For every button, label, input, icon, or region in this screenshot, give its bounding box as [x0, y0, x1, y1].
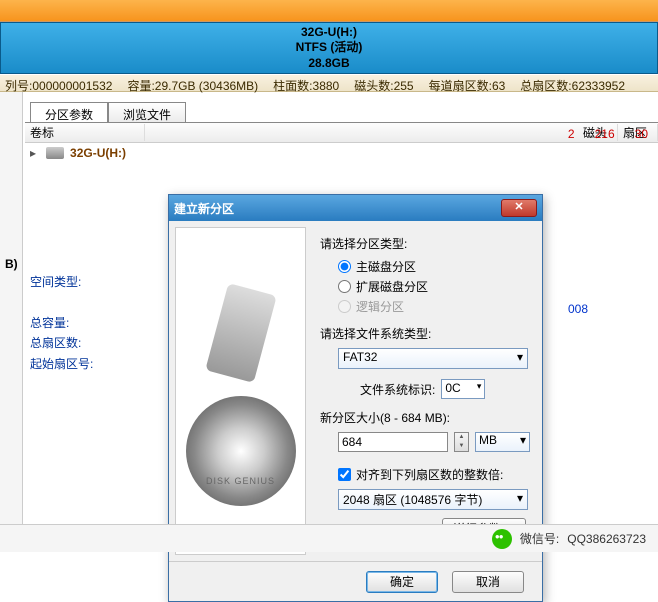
dialog-image — [175, 227, 306, 555]
fs-id-label: 文件系统标识: — [360, 381, 435, 398]
disk-banner: 32G-U(H:) NTFS (活动) 28.8GB — [0, 22, 658, 74]
partition-type-label: 请选择分区类型: — [320, 235, 530, 252]
volume-name: 32G-U(H:) — [70, 146, 126, 160]
radio-primary[interactable]: 主磁盘分区 — [338, 258, 530, 275]
ok-button[interactable]: 确定 — [366, 571, 438, 593]
val-a: 2 — [568, 127, 575, 141]
table-header: 卷标 磁头 扇区 — [25, 123, 658, 143]
radio-logical: 逻辑分区 — [338, 298, 530, 315]
total-cap-label: 总容量: — [30, 313, 93, 333]
serial: 列号:000000001532 — [5, 77, 112, 89]
expand-icon[interactable]: ▸ — [30, 146, 36, 160]
disk-info-bar: 列号:000000001532 容量:29.7GB (30436MB) 柱面数:… — [0, 74, 658, 92]
dialog-title: 建立新分区 — [174, 200, 234, 217]
left-panel — [0, 92, 23, 552]
val-b: 216 — [595, 127, 615, 141]
drive-icon — [46, 147, 64, 159]
cylinders: 柱面数:3880 — [273, 77, 339, 89]
capacity: 容量:29.7GB (30436MB) — [127, 77, 258, 89]
menu-bar — [0, 0, 658, 22]
size-spinner[interactable]: ▲▼ — [454, 432, 469, 452]
dialog-form: 请选择分区类型: 主磁盘分区 扩展磁盘分区 逻辑分区 请选择文件系统类型: FA… — [312, 221, 542, 561]
right-data: 2 216 30 — [568, 127, 648, 141]
fs-type-select[interactable]: FAT32▾ — [338, 348, 528, 369]
size-input[interactable] — [338, 432, 448, 452]
side-info: 空间类型: 总容量: 总扇区数: 起始扇区号: — [30, 272, 93, 374]
wechat-label: 微信号: — [520, 530, 559, 547]
b-label: B) — [5, 257, 18, 271]
fs-id-select[interactable]: 0C▾ — [441, 379, 485, 399]
link-008[interactable]: 008 — [568, 302, 588, 316]
close-button[interactable]: ✕ — [501, 199, 537, 217]
cancel-button[interactable]: 取消 — [452, 571, 524, 593]
unit-select[interactable]: MB▾ — [475, 432, 530, 452]
dialog-buttons: 确定 取消 — [169, 561, 542, 601]
align-select[interactable]: 2048 扇区 (1048576 字节)▾ — [338, 489, 528, 510]
space-type-label: 空间类型: — [30, 272, 93, 292]
align-label: 对齐到下列扇区数的整数倍: — [356, 466, 503, 483]
wechat-value: QQ386263723 — [567, 532, 646, 546]
align-checkbox[interactable] — [338, 468, 351, 481]
disk-size: 28.8GB — [308, 56, 349, 72]
fs-type-label: 请选择文件系统类型: — [320, 325, 530, 342]
total-sectors: 总扇区数:62333952 — [520, 77, 625, 89]
wechat-icon — [492, 529, 512, 549]
size-label: 新分区大小(8 - 684 MB): — [320, 409, 530, 426]
main-area: 分区参数 浏览文件 卷标 磁头 扇区 ▸ 32G-U(H:) 2 216 30 … — [0, 92, 658, 552]
start-sect-label: 起始扇区号: — [30, 354, 93, 374]
total-sect-label: 总扇区数: — [30, 333, 93, 353]
val-c: 30 — [635, 127, 648, 141]
table-row[interactable]: ▸ 32G-U(H:) — [25, 143, 658, 163]
disk-name: 32G-U(H:) — [301, 25, 357, 41]
dialog-titlebar[interactable]: 建立新分区 ✕ — [169, 195, 542, 221]
radio-extended[interactable]: 扩展磁盘分区 — [338, 278, 530, 295]
disk-fs: NTFS (活动) — [296, 40, 363, 56]
footer-bar: 微信号: QQ386263723 — [0, 524, 658, 552]
heads: 磁头数:255 — [354, 77, 413, 89]
sectors-per-track: 每道扇区数:63 — [429, 77, 506, 89]
col-volume[interactable]: 卷标 — [25, 124, 145, 141]
align-checkbox-row[interactable]: 对齐到下列扇区数的整数倍: — [338, 466, 530, 483]
disk-art-icon — [186, 396, 296, 506]
